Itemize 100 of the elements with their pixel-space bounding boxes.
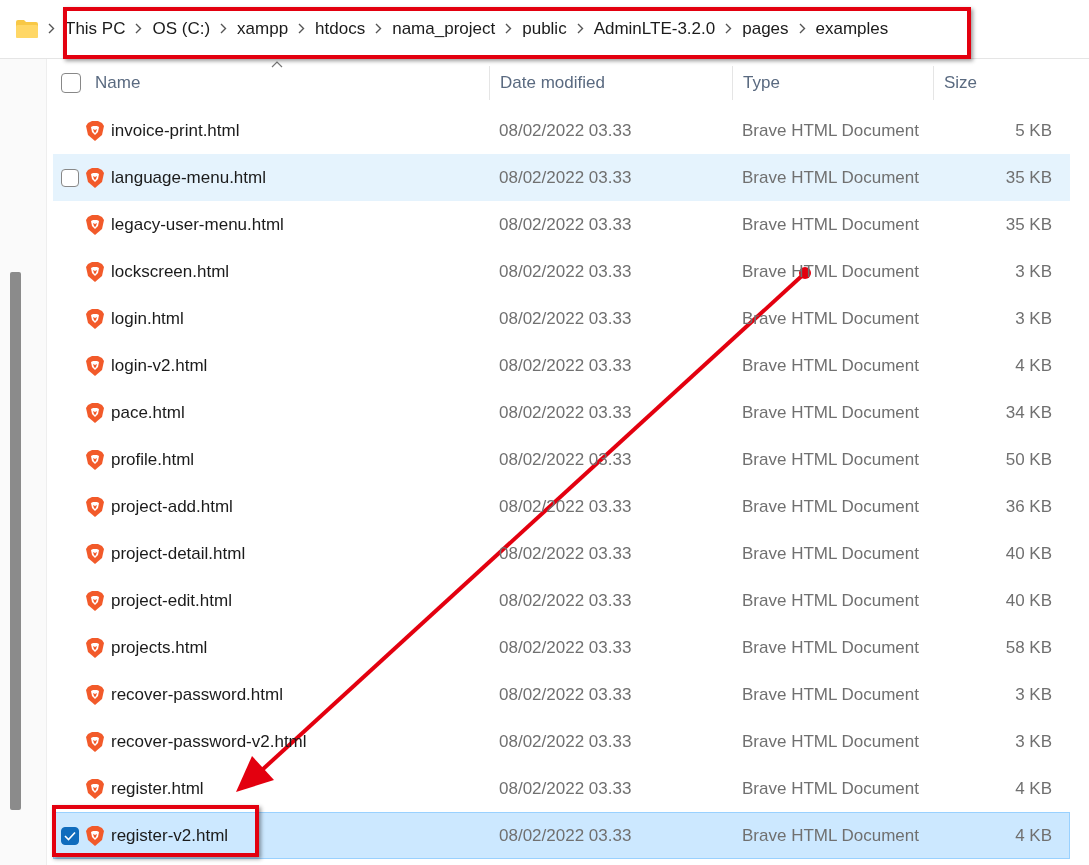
- chevron-icon: [220, 23, 228, 34]
- file-size: 34 KB: [1004, 402, 1053, 423]
- chevron-icon: [576, 23, 584, 34]
- file-type: Brave HTML Document: [741, 637, 920, 658]
- date-modified: 08/02/2022 03.33: [498, 778, 633, 799]
- shield-icon: [85, 683, 105, 706]
- date-modified: 08/02/2022 03.33: [498, 684, 633, 705]
- shield-icon: [85, 119, 105, 142]
- file-size: 4 KB: [1014, 778, 1053, 799]
- file-type: Brave HTML Document: [741, 449, 920, 470]
- file-size: 4 KB: [1014, 825, 1053, 846]
- date-modified: 08/02/2022 03.33: [498, 120, 633, 141]
- row-checkbox[interactable]: [61, 168, 79, 187]
- column-header[interactable]: Date modified: [500, 73, 605, 93]
- file-size: 50 KB: [1004, 449, 1053, 470]
- file-size: 3 KB: [1014, 731, 1053, 752]
- breadcrumb-item[interactable]: htdocs: [315, 19, 366, 39]
- shield-icon: [85, 777, 105, 800]
- chevron-icon: [298, 23, 306, 34]
- breadcrumb-item[interactable]: OS (C:): [152, 19, 211, 39]
- date-modified: 08/02/2022 03.33: [498, 825, 633, 846]
- file-name: register-v2.html: [111, 825, 229, 846]
- shield-icon: [85, 824, 105, 847]
- file-type: Brave HTML Document: [741, 543, 920, 564]
- file-name: language-menu.html: [111, 167, 266, 188]
- file-size: 40 KB: [1004, 590, 1053, 611]
- folder-icon: [16, 20, 38, 38]
- shield-icon: [85, 495, 105, 518]
- file-size: 35 KB: [1004, 167, 1053, 188]
- shield-icon: [85, 354, 105, 377]
- breadcrumb-item[interactable]: public: [522, 19, 567, 39]
- file-type: Brave HTML Document: [741, 778, 920, 799]
- file-size: 58 KB: [1004, 637, 1053, 658]
- select-all-checkbox[interactable]: [61, 73, 81, 93]
- file-name: register.html: [111, 778, 204, 799]
- column-header[interactable]: Size: [944, 73, 978, 93]
- shield-icon: [85, 213, 105, 236]
- file-name: login-v2.html: [111, 355, 208, 376]
- date-modified: 08/02/2022 03.33: [498, 308, 633, 329]
- shield-icon: [85, 260, 105, 283]
- date-modified: 08/02/2022 03.33: [498, 637, 633, 658]
- file-name: invoice-print.html: [111, 120, 240, 141]
- file-row[interactable]: projects.html 08/02/2022 03.33 Brave HTML Document 58 KB: [53, 624, 1070, 671]
- shield-icon: [85, 166, 105, 189]
- file-name: projects.html: [111, 637, 208, 658]
- shield-icon: [85, 448, 105, 471]
- file-size: 40 KB: [1004, 543, 1053, 564]
- checkmark-icon: [64, 830, 76, 841]
- breadcrumb-item[interactable]: xampp: [237, 19, 289, 39]
- file-name: legacy-user-menu.html: [111, 214, 284, 235]
- file-name: project-add.html: [111, 496, 233, 517]
- chevron-icon: [48, 23, 55, 34]
- file-size: 4 KB: [1014, 355, 1053, 376]
- file-size: 3 KB: [1014, 261, 1053, 282]
- file-size: 3 KB: [1014, 684, 1053, 705]
- scrollbar-thumb[interactable]: [10, 272, 21, 810]
- column-header[interactable]: Type: [743, 73, 780, 93]
- chevron-icon: [725, 23, 733, 34]
- chevron-icon: [505, 23, 513, 34]
- file-type: Brave HTML Document: [741, 214, 920, 235]
- file-type: Brave HTML Document: [741, 731, 920, 752]
- file-name: lockscreen.html: [111, 261, 230, 282]
- file-row[interactable]: recover-password.html 08/02/2022 03.33 Brave HTML Document 3 KB: [53, 671, 1070, 718]
- chevron-icon: [375, 23, 383, 34]
- file-row[interactable]: project-edit.html 08/02/2022 03.33 Brave HTML Document 40 KB: [53, 577, 1070, 624]
- file-size: 35 KB: [1004, 214, 1053, 235]
- shield-icon: [85, 730, 105, 753]
- file-size: 36 KB: [1004, 496, 1053, 517]
- breadcrumb-item[interactable]: This PC: [65, 19, 126, 39]
- file-type: Brave HTML Document: [741, 402, 920, 423]
- file-row[interactable]: language-menu.html 08/02/2022 03.33 Brave HTML Document 35 KB: [53, 154, 1070, 201]
- file-row[interactable]: login-v2.html 08/02/2022 03.33 Brave HTML Document 4 KB: [53, 342, 1070, 389]
- file-name: pace.html: [111, 402, 185, 423]
- date-modified: 08/02/2022 03.33: [498, 214, 633, 235]
- file-size: 3 KB: [1014, 308, 1053, 329]
- date-modified: 08/02/2022 03.33: [498, 167, 633, 188]
- date-modified: 08/02/2022 03.33: [498, 731, 633, 752]
- file-type: Brave HTML Document: [741, 120, 920, 141]
- file-type: Brave HTML Document: [741, 167, 920, 188]
- breadcrumb-item[interactable]: examples: [815, 19, 889, 39]
- file-name: profile.html: [111, 449, 195, 470]
- date-modified: 08/02/2022 03.33: [498, 355, 633, 376]
- file-row[interactable]: register-v2.html 08/02/2022 03.33 Brave HTML Document 4 KB: [53, 812, 1070, 859]
- file-row[interactable]: pace.html 08/02/2022 03.33 Brave HTML Document 34 KB: [53, 389, 1070, 436]
- file-row[interactable]: invoice-print.html 08/02/2022 03.33 Brave HTML Document 5 KB: [53, 107, 1070, 154]
- breadcrumb-item[interactable]: pages: [742, 19, 789, 39]
- row-checkbox[interactable]: [61, 826, 79, 845]
- file-type: Brave HTML Document: [741, 496, 920, 517]
- column-header[interactable]: Name: [95, 73, 141, 93]
- file-name: project-detail.html: [111, 543, 246, 564]
- date-modified: 08/02/2022 03.33: [498, 590, 633, 611]
- file-row[interactable]: legacy-user-menu.html 08/02/2022 03.33 Brave HTML Document 35 KB: [53, 201, 1070, 248]
- date-modified: 08/02/2022 03.33: [498, 261, 633, 282]
- date-modified: 08/02/2022 03.33: [498, 543, 633, 564]
- chevron-icon: [135, 23, 143, 34]
- file-row[interactable]: project-detail.html 08/02/2022 03.33 Brave HTML Document 40 KB: [53, 530, 1070, 577]
- breadcrumb-item[interactable]: AdminLTE-3.2.0: [593, 19, 716, 39]
- file-size: 5 KB: [1014, 120, 1053, 141]
- file-row[interactable]: register.html 08/02/2022 03.33 Brave HTML Document 4 KB: [53, 765, 1070, 812]
- breadcrumb-item[interactable]: nama_project: [392, 19, 496, 39]
